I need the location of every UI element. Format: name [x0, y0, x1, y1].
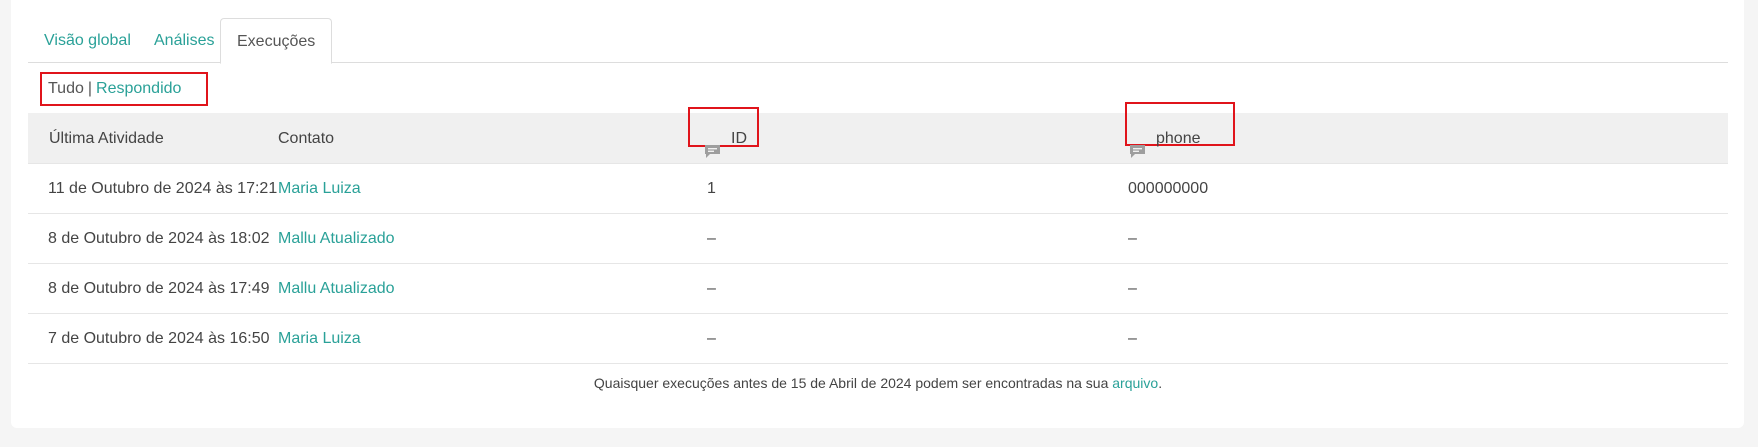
cell-contact-link[interactable]: Mallu Atualizado [278, 214, 395, 264]
header-id-label: ID [731, 130, 747, 147]
archive-note-text: Quaisquer execuções antes de 15 de Abril… [593, 375, 1109, 391]
table-header: Última Atividade Contato ID phone [28, 102, 1728, 164]
tab-analytics[interactable]: Análises [138, 18, 230, 64]
archive-note: Quaisquer execuções antes de 15 de Abril… [28, 375, 1728, 391]
run-filter: Tudo | Respondido [40, 72, 208, 106]
tab-runs[interactable]: Execuções [220, 18, 333, 64]
archive-note-period: . [1158, 375, 1163, 391]
cell-phone: – [1128, 330, 1137, 347]
table-row: 11 de Outubro de 2024 às 17:21 Maria Lui… [28, 164, 1728, 214]
tab-bar: Visão global Análises Execuções [28, 18, 1728, 64]
cell-contact-link[interactable]: Maria Luiza [278, 314, 361, 364]
cell-phone: 000000000 [1128, 180, 1209, 197]
cell-id: 1 [707, 180, 716, 197]
runs-panel: Visão global Análises Execuções Tudo | Res… [11, 0, 1744, 428]
cell-id: – [707, 280, 716, 297]
cell-last-activity: 8 de Outubro de 2024 às 18:02 [48, 230, 270, 247]
cell-id: – [707, 330, 716, 347]
filter-separator: | [87, 80, 93, 97]
cell-last-activity: 11 de Outubro de 2024 às 17:21 [48, 180, 278, 197]
header-last-activity[interactable]: Última Atividade [49, 113, 164, 164]
table-row: 8 de Outubro de 2024 às 18:02 Mallu Atua… [28, 214, 1728, 264]
header-id[interactable]: ID [704, 113, 747, 164]
tab-overview[interactable]: Visão global [28, 18, 147, 64]
cell-last-activity: 7 de Outubro de 2024 às 16:50 [48, 330, 270, 347]
filter-all[interactable]: Tudo [48, 80, 84, 97]
table-row: 8 de Outubro de 2024 às 17:49 Mallu Atua… [28, 264, 1728, 314]
archive-link[interactable]: arquivo [1112, 375, 1158, 391]
chat-bubble-icon [704, 129, 721, 159]
header-contact[interactable]: Contato [278, 113, 334, 164]
cell-phone: – [1128, 230, 1137, 247]
runs-table: Última Atividade Contato ID phone 11 de … [28, 102, 1728, 364]
chat-bubble-icon [1129, 129, 1146, 159]
cell-phone: – [1128, 280, 1137, 297]
cell-contact-link[interactable]: Mallu Atualizado [278, 264, 395, 314]
cell-last-activity: 8 de Outubro de 2024 às 17:49 [48, 280, 270, 297]
cell-id: – [707, 230, 716, 247]
table-row: 7 de Outubro de 2024 às 16:50 Maria Luiz… [28, 314, 1728, 364]
header-phone-label: phone [1156, 130, 1201, 147]
filter-responded[interactable]: Respondido [96, 80, 181, 97]
cell-contact-link[interactable]: Maria Luiza [278, 164, 361, 214]
header-phone[interactable]: phone [1129, 113, 1201, 164]
